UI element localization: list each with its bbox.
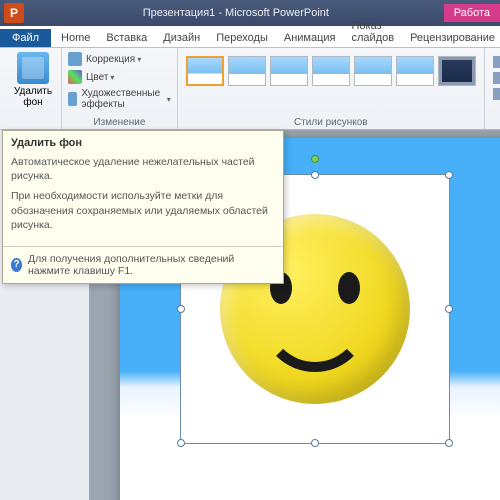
picture-layout-button[interactable]: Мак — [493, 86, 500, 102]
corrections-icon — [68, 52, 82, 66]
style-thumb[interactable] — [312, 56, 350, 86]
chevron-down-icon: ▾ — [110, 73, 114, 82]
style-thumb[interactable] — [438, 56, 476, 86]
remove-bg-icon — [17, 52, 49, 84]
title-bar: P Презентация1 - Microsoft PowerPoint Ра… — [0, 0, 500, 26]
ribbon-tabs: Файл Home Вставка Дизайн Переходы Анимац… — [0, 26, 500, 48]
group-label-change: Изменение — [62, 117, 177, 128]
resize-handle[interactable] — [311, 439, 319, 447]
picture-styles-gallery[interactable] — [184, 50, 478, 92]
chevron-down-icon: ▾ — [167, 95, 171, 104]
tab-transitions[interactable]: Переходы — [208, 29, 276, 47]
effects-icon — [493, 72, 500, 84]
resize-handle[interactable] — [177, 305, 185, 313]
smiley-eye — [338, 272, 360, 304]
tooltip: Удалить фон Автоматическое удаление неже… — [2, 130, 284, 284]
style-thumb[interactable] — [186, 56, 224, 86]
color-button[interactable]: Цвет▾ — [68, 68, 171, 86]
resize-handle[interactable] — [445, 305, 453, 313]
corrections-button[interactable]: Коррекция▾ — [68, 50, 171, 68]
chevron-down-icon: ▾ — [137, 55, 141, 64]
border-icon — [493, 56, 500, 68]
tab-slideshow[interactable]: Показ слайдов — [344, 17, 403, 47]
rotate-handle[interactable] — [311, 155, 319, 163]
resize-handle[interactable] — [177, 439, 185, 447]
resize-handle[interactable] — [311, 171, 319, 179]
tab-review[interactable]: Рецензирование — [402, 29, 500, 47]
tooltip-footer: ? Для получения дополнительных сведений … — [3, 246, 283, 283]
help-icon: ? — [11, 258, 22, 272]
color-icon — [68, 70, 82, 84]
tooltip-title: Удалить фон — [3, 131, 283, 153]
style-thumb[interactable] — [270, 56, 308, 86]
resize-handle[interactable] — [445, 439, 453, 447]
style-thumb[interactable] — [396, 56, 434, 86]
tab-design[interactable]: Дизайн — [155, 29, 208, 47]
style-thumb[interactable] — [228, 56, 266, 86]
tooltip-body: Автоматическое удаление нежелательных ча… — [3, 153, 283, 246]
remove-bg-label: Удалить фон — [14, 86, 52, 108]
context-tab-badge[interactable]: Работа — [444, 4, 500, 22]
resize-handle[interactable] — [445, 171, 453, 179]
tab-home[interactable]: Home — [53, 29, 98, 47]
remove-background-button[interactable]: Удалить фон — [6, 50, 60, 110]
style-thumb[interactable] — [354, 56, 392, 86]
smiley-mouth — [260, 317, 370, 372]
app-icon: P — [4, 3, 24, 23]
ribbon: Удалить фон Коррекция▾ Цвет▾ Художествен… — [0, 48, 500, 130]
group-label-styles: Стили рисунков — [178, 117, 484, 128]
artistic-effects-button[interactable]: Художественные эффекты▾ — [68, 86, 171, 112]
file-tab[interactable]: Файл — [0, 29, 51, 47]
picture-effects-button[interactable]: Эфф — [493, 70, 500, 86]
artistic-icon — [68, 92, 77, 106]
picture-border-button[interactable]: Гран — [493, 54, 500, 70]
tab-animation[interactable]: Анимация — [276, 29, 344, 47]
layout-icon — [493, 88, 500, 100]
tab-insert[interactable]: Вставка — [98, 29, 155, 47]
window-title: Презентация1 - Microsoft PowerPoint — [28, 7, 444, 19]
